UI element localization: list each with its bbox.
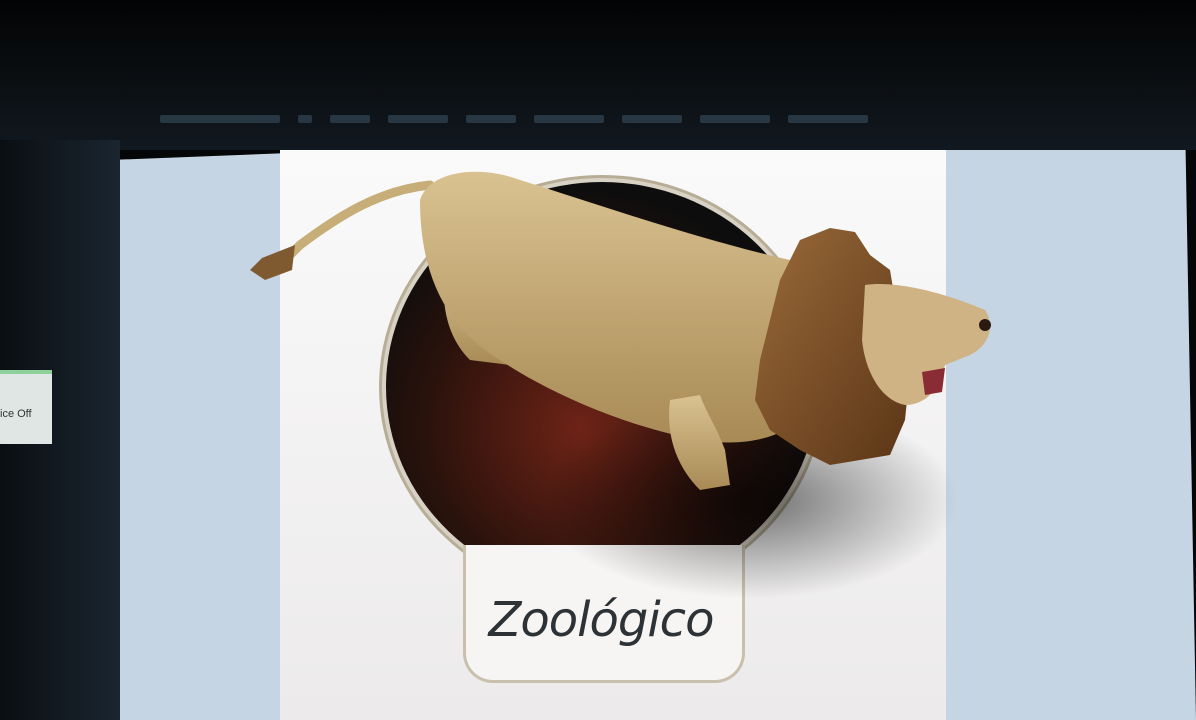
lion-tail-tuft [250,245,295,280]
lion-mouth [922,368,945,395]
lion-model [250,171,991,490]
lion-tail [285,180,435,260]
lion-nose [979,319,991,331]
